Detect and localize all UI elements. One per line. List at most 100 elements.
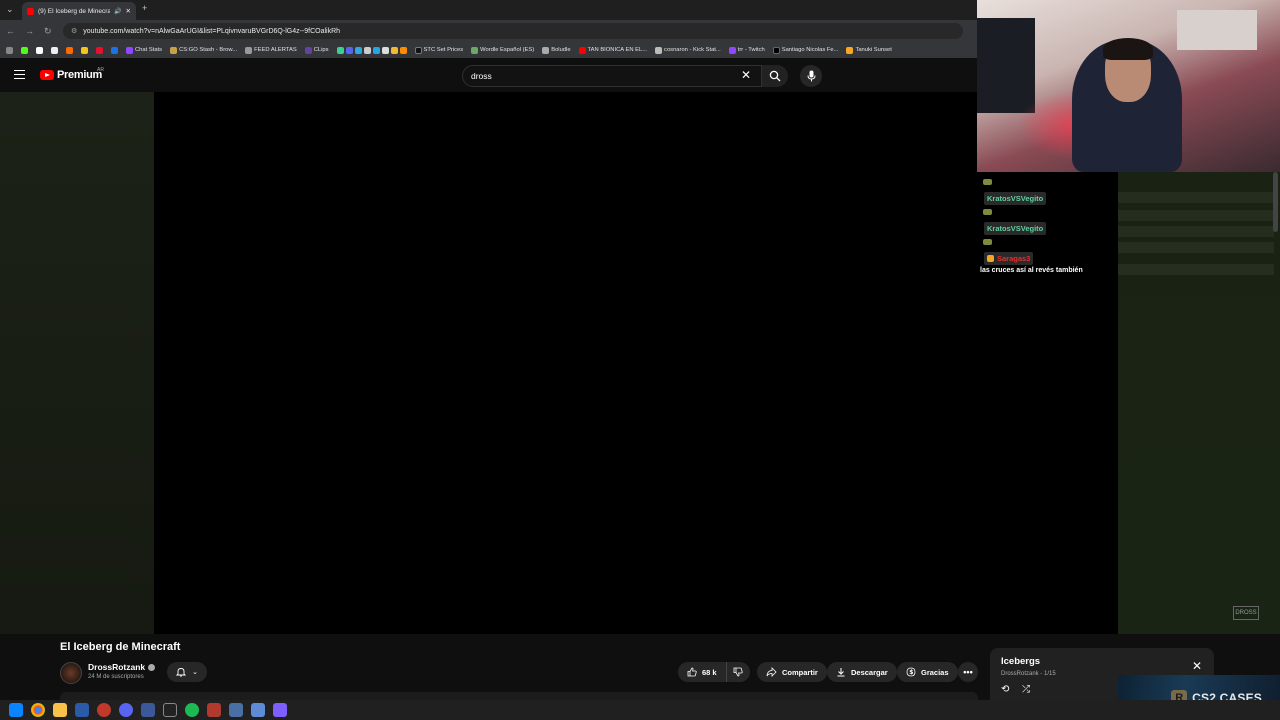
more-actions-button[interactable]: ••• [958, 662, 978, 682]
shuffle-icon[interactable]: ⤮ [1022, 684, 1030, 695]
logo-text: Premium [57, 69, 102, 81]
bookmark-a-icon[interactable] [51, 46, 58, 54]
chat-username: KratosVSVegito [984, 222, 1047, 235]
app-icon[interactable] [229, 703, 243, 717]
thumbs-up-icon [687, 667, 697, 677]
url-text: youtube.com/watch?v=nAlwGaArUGI&list=PLq… [83, 27, 341, 35]
loop-icon[interactable]: ⟲ [1001, 684, 1009, 695]
youtube-logo[interactable]: Premium [40, 69, 102, 81]
channel-avatar[interactable] [60, 662, 82, 684]
app-icon[interactable] [163, 703, 177, 717]
bookmark-feed-alertas[interactable]: FEED ALERTAS [245, 46, 297, 54]
super-thanks-icon: $ [906, 667, 916, 677]
apps-icon[interactable] [6, 46, 13, 54]
new-tab-icon[interactable]: + [142, 3, 147, 13]
scrollbar[interactable] [1273, 172, 1278, 232]
back-icon[interactable]: ← [6, 26, 15, 36]
thanks-label: Gracias [921, 667, 949, 677]
tab-list-icon[interactable]: ⌄ [6, 4, 14, 15]
bookmark-diamond-icon[interactable] [36, 46, 43, 54]
share-label: Compartir [782, 667, 818, 677]
download-icon [837, 668, 845, 677]
channel-name-text: DrossRotzank [88, 662, 146, 672]
video-player[interactable] [154, 92, 1118, 634]
app-icon[interactable] [251, 703, 265, 717]
start-icon[interactable] [9, 703, 23, 717]
like-button[interactable]: 68 k [678, 662, 726, 682]
bookmark-red-icon[interactable] [96, 46, 103, 54]
site-info-icon[interactable]: ⚙ [71, 27, 77, 35]
bookmark-stc-set-prices[interactable]: STC Set Prices [414, 46, 463, 54]
playlist-close-icon[interactable]: ✕ [1192, 659, 1202, 673]
streamer-hair [1103, 38, 1153, 60]
bookmark-misc-icons[interactable] [336, 46, 407, 54]
like-count: 68 k [702, 667, 717, 677]
stream-overlay-stripe [1118, 192, 1274, 203]
search-input[interactable]: dross [462, 65, 762, 87]
region-code: AR [97, 67, 104, 73]
chevron-down-icon: ⌄ [192, 669, 198, 676]
bookmark-orange-icon[interactable] [66, 46, 73, 54]
bookmark-kick-icon[interactable] [21, 46, 28, 54]
dislike-button[interactable] [726, 662, 750, 682]
bookmark-tan-bionica[interactable]: TAN BIONICA EN EL... [578, 46, 647, 54]
telegram-icon[interactable] [75, 703, 89, 717]
bookmark-tanuki-sunset[interactable]: Tanuki Sunset [846, 46, 892, 54]
tab-close-icon[interactable]: ✕ [126, 7, 131, 15]
download-button[interactable]: Descargar [827, 662, 897, 682]
bookmark-boludle[interactable]: Boludle [542, 46, 571, 54]
bookmark-clips[interactable]: CLips [304, 46, 329, 54]
emote-icon [983, 179, 992, 185]
bookmark-trr-twitch[interactable]: trr - Twitch [728, 46, 765, 54]
bell-icon [176, 668, 187, 677]
discord-icon[interactable] [119, 703, 133, 717]
bookmark-b-icon[interactable] [81, 46, 88, 54]
forward-icon[interactable]: → [25, 26, 34, 36]
bookmark-cosnaron-kick[interactable]: cosnaron - Kick Stat... [655, 46, 721, 54]
bookmarks-bar: Chat Stats CS:GO Stash - Brow... FEED AL… [0, 42, 977, 58]
webcam-overlay [977, 0, 1280, 172]
hamburger-menu-icon[interactable] [14, 70, 25, 79]
search-icon [769, 70, 781, 82]
spotify-icon[interactable] [185, 703, 199, 717]
file-explorer-icon[interactable] [53, 703, 67, 717]
playlist-title[interactable]: Icebergs [1001, 656, 1040, 667]
bookmark-csgo-stash[interactable]: CS:GO Stash - Brow... [170, 46, 237, 54]
thumbs-down-icon [733, 667, 743, 677]
bookmark-blue-icon[interactable] [111, 46, 118, 54]
svg-text:$: $ [909, 669, 913, 676]
bookmark-chat-stats[interactable]: Chat Stats [126, 46, 162, 54]
bookmark-wordle[interactable]: Wordle Español (ES) [471, 46, 534, 54]
channel-watermark[interactable]: DROSS [1233, 606, 1259, 620]
ambient-left-panel [0, 92, 154, 634]
share-button[interactable]: Compartir [757, 662, 827, 682]
search-button[interactable] [762, 65, 788, 87]
channel-name[interactable]: DrossRotzank [88, 662, 156, 672]
thanks-button[interactable]: $ Gracias [897, 662, 958, 682]
app-icon[interactable] [97, 703, 111, 717]
browser-tab[interactable]: (9) El Iceberg de Minecraft 🔊 ✕ [22, 2, 136, 20]
url-field[interactable]: ⚙ youtube.com/watch?v=nAlwGaArUGI&list=P… [63, 23, 963, 39]
stream-overlay-stripe [1118, 210, 1274, 221]
bookmark-santiago[interactable]: Santiago Nicolas Fe... [772, 46, 838, 54]
voice-search-button[interactable] [800, 65, 822, 87]
reload-icon[interactable]: ↻ [44, 26, 53, 37]
badge-icon [987, 255, 994, 262]
app-icon[interactable] [207, 703, 221, 717]
more-icon: ••• [963, 667, 973, 677]
emote-icon [983, 209, 992, 215]
ambient-right-panel [1118, 172, 1280, 634]
youtube-favicon-icon [27, 7, 34, 15]
download-label: Descargar [851, 667, 888, 677]
app-icon[interactable] [141, 703, 155, 717]
clear-search-icon[interactable]: ✕ [741, 68, 751, 82]
stream-overlay-stripe [1118, 264, 1274, 275]
chrome-icon[interactable] [31, 703, 45, 717]
speaker-icon[interactable]: 🔊 [114, 8, 121, 15]
description-box-edge[interactable] [60, 692, 978, 700]
app-icon[interactable] [273, 703, 287, 717]
notifications-button[interactable]: ⌄ [167, 662, 207, 682]
microphone-icon [807, 70, 815, 82]
subscriber-count: 24 M de suscriptores [88, 674, 144, 680]
youtube-play-icon [40, 70, 54, 80]
